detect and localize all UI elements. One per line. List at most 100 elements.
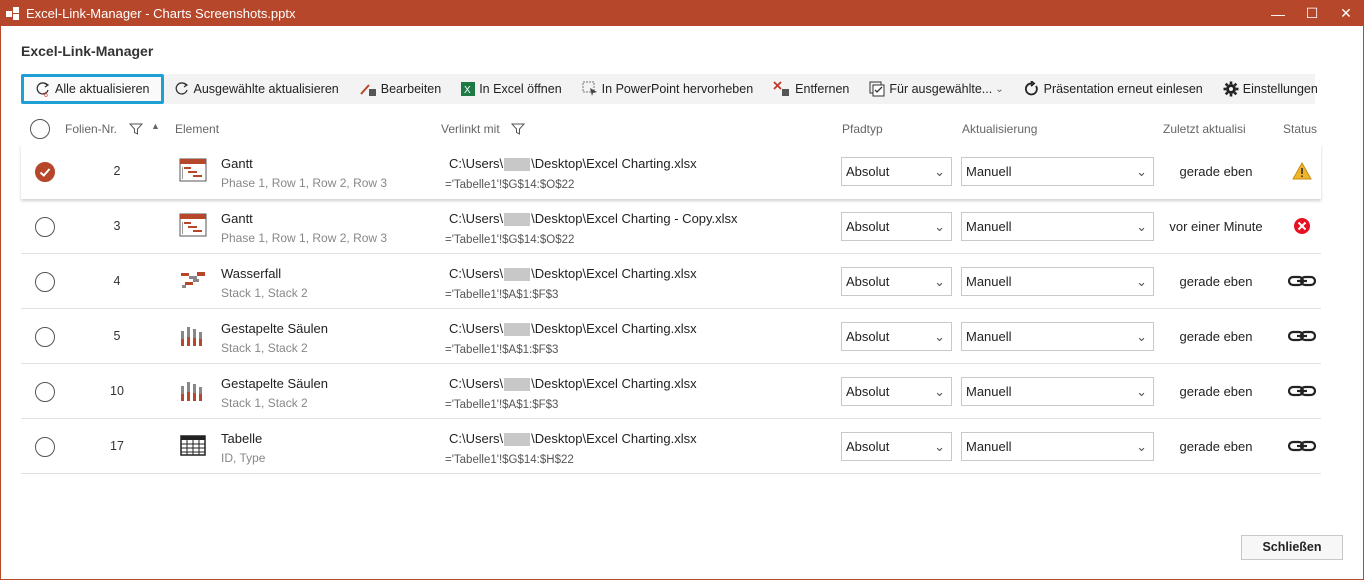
- path-type-select[interactable]: Absolut ⌄: [841, 157, 952, 186]
- maximize-button[interactable]: ☐: [1295, 5, 1329, 22]
- error-icon[interactable]: [1287, 215, 1317, 237]
- update-mode-select[interactable]: Manuell ⌄: [961, 322, 1154, 351]
- last-updated: gerade eben: [1179, 439, 1253, 454]
- column-update-mode[interactable]: Aktualisierung: [962, 122, 1037, 136]
- linked-range: ='Tabelle1'!$A$1:$F$3: [445, 344, 559, 356]
- filter-icon[interactable]: [129, 122, 143, 136]
- toolbar: 6 Alle aktualisieren Ausgewählte aktuali…: [21, 74, 1318, 104]
- path-type-select[interactable]: Absolut ⌄: [841, 212, 952, 241]
- row-select-checkbox[interactable]: [35, 327, 55, 347]
- slide-number: 5: [113, 329, 121, 343]
- update-selected-label: Ausgewählte aktualisieren: [193, 82, 339, 96]
- link-icon[interactable]: [1287, 270, 1317, 292]
- row-select-checkbox[interactable]: [35, 382, 55, 402]
- reload-icon: [1024, 81, 1038, 96]
- update-mode-select[interactable]: Manuell ⌄: [961, 212, 1154, 241]
- row-select-checkbox[interactable]: [35, 217, 55, 237]
- reload-label: Präsentation erneut einlesen: [1043, 82, 1203, 96]
- link-icon[interactable]: [1287, 435, 1317, 457]
- linked-range: ='Tabelle1'!$G$14:$H$22: [445, 454, 574, 466]
- update-mode-select[interactable]: Manuell ⌄: [961, 377, 1154, 406]
- column-slide-number[interactable]: Folien-Nr.: [65, 122, 117, 136]
- element-name: Wasserfall: [221, 266, 282, 281]
- open-in-excel-button[interactable]: X In Excel öffnen: [451, 74, 571, 104]
- column-path-type[interactable]: Pfadtyp: [842, 122, 883, 136]
- table-row[interactable]: 5 Gestapelte Säulen Stack 1, Stack 2 C:\…: [21, 309, 1321, 364]
- select-all-checkbox[interactable]: [30, 119, 50, 139]
- update-mode-select[interactable]: Manuell ⌄: [961, 267, 1154, 296]
- redacted-username: [504, 378, 531, 392]
- chevron-down-icon: ⌄: [934, 274, 945, 289]
- row-select-checkbox[interactable]: [35, 437, 55, 457]
- check-icon: [39, 168, 51, 177]
- chevron-down-icon: ⌄: [1136, 329, 1147, 344]
- for-selected-dropdown[interactable]: Für ausgewählte... ⌄: [859, 74, 1013, 104]
- checklist-icon: [869, 81, 885, 97]
- table-row[interactable]: 10 Gestapelte Säulen Stack 1, Stack 2 C:…: [21, 364, 1321, 419]
- chevron-down-icon: ⌄: [1136, 219, 1147, 234]
- app-window: Excel-Link-Manager - Charts Screenshots.…: [0, 0, 1364, 580]
- remove-button[interactable]: Entfernen: [763, 74, 859, 104]
- linked-range: ='Tabelle1'!$A$1:$F$3: [445, 399, 559, 411]
- svg-text:X: X: [464, 85, 471, 96]
- element-series: ID, Type: [221, 451, 266, 465]
- settings-button[interactable]: Einstellungen: [1213, 74, 1328, 104]
- title-bar: Excel-Link-Manager - Charts Screenshots.…: [1, 1, 1363, 26]
- row-select-checkbox[interactable]: [35, 272, 55, 292]
- update-mode-select[interactable]: Manuell ⌄: [961, 432, 1154, 461]
- linked-file-path: C:\Users\ \Desktop\Excel Charting.xlsx: [449, 156, 697, 172]
- chevron-down-icon: ⌄: [934, 439, 945, 454]
- warning-icon[interactable]: [1287, 160, 1317, 182]
- highlight-in-powerpoint-button[interactable]: In PowerPoint hervorheben: [572, 74, 763, 104]
- chevron-down-icon: ⌄: [1136, 164, 1147, 179]
- redacted-username: [504, 213, 531, 227]
- path-type-select[interactable]: Absolut ⌄: [841, 432, 952, 461]
- chevron-down-icon: ⌄: [1136, 274, 1147, 289]
- redacted-username: [504, 433, 531, 447]
- linked-file-path: C:\Users\ \Desktop\Excel Charting.xlsx: [449, 266, 697, 282]
- gear-icon: [1223, 81, 1239, 97]
- column-element[interactable]: Element: [175, 122, 219, 136]
- column-last-updated[interactable]: Zuletzt aktualisi: [1163, 122, 1247, 136]
- linked-range: ='Tabelle1'!$G$14:$O$22: [445, 234, 575, 246]
- sort-ascending-icon[interactable]: ▲: [151, 121, 160, 131]
- edit-button[interactable]: Bearbeiten: [349, 74, 451, 104]
- element-name: Gantt: [221, 211, 253, 226]
- linked-range: ='Tabelle1'!$G$14:$O$22: [445, 179, 575, 191]
- reload-presentation-button[interactable]: Präsentation erneut einlesen: [1014, 74, 1213, 104]
- filter-icon[interactable]: [511, 122, 525, 136]
- minimize-button[interactable]: —: [1261, 6, 1295, 22]
- for-selected-label: Für ausgewählte...: [889, 82, 993, 96]
- svg-text:6: 6: [44, 92, 48, 97]
- path-type-select[interactable]: Absolut ⌄: [841, 267, 952, 296]
- update-all-button[interactable]: 6 Alle aktualisieren: [21, 74, 164, 104]
- column-status[interactable]: Status: [1283, 122, 1317, 136]
- table-row[interactable]: 17 Tabelle ID, Type C:\Users\ \Desktop\Ex…: [21, 419, 1321, 474]
- table-header: Folien-Nr. ▲ Element Verlinkt mit Pfadty…: [21, 116, 1321, 144]
- last-updated: gerade eben: [1179, 274, 1253, 289]
- open-in-excel-label: In Excel öffnen: [479, 82, 562, 96]
- row-select-checkbox[interactable]: [35, 162, 55, 182]
- slide-number: 10: [110, 384, 124, 398]
- linked-file-path: C:\Users\ \Desktop\Excel Charting.xlsx: [449, 376, 697, 392]
- table-row[interactable]: 4 Wasserfall Stack 1, Stack 2 C:\Users\ \…: [21, 254, 1321, 309]
- close-button[interactable]: Schließen: [1241, 535, 1343, 560]
- link-icon[interactable]: [1287, 380, 1317, 402]
- table-row[interactable]: 3 Gantt Phase 1, Row 1, Row 2, Row 3 C:\…: [21, 199, 1321, 254]
- refresh-icon: 6: [36, 82, 50, 97]
- column-linked-with[interactable]: Verlinkt mit: [441, 122, 500, 136]
- chevron-down-icon: ⌄: [934, 164, 945, 179]
- update-selected-button[interactable]: Ausgewählte aktualisieren: [164, 74, 349, 104]
- linked-file-path: C:\Users\ \Desktop\Excel Charting.xlsx: [449, 431, 697, 447]
- link-icon[interactable]: [1287, 325, 1317, 347]
- path-type-select[interactable]: Absolut ⌄: [841, 377, 952, 406]
- close-window-button[interactable]: ✕: [1329, 5, 1363, 22]
- chevron-down-icon: ⌄: [995, 83, 1004, 95]
- element-series: Stack 1, Stack 2: [221, 286, 308, 300]
- remove-icon: [773, 81, 790, 96]
- chevron-down-icon: ⌄: [1136, 384, 1147, 399]
- update-mode-select[interactable]: Manuell ⌄: [961, 157, 1154, 186]
- element-name: Gestapelte Säulen: [221, 321, 328, 336]
- path-type-select[interactable]: Absolut ⌄: [841, 322, 952, 351]
- table-row[interactable]: 2 Gantt Phase 1, Row 1, Row 2, Row 3 C:\…: [21, 144, 1321, 199]
